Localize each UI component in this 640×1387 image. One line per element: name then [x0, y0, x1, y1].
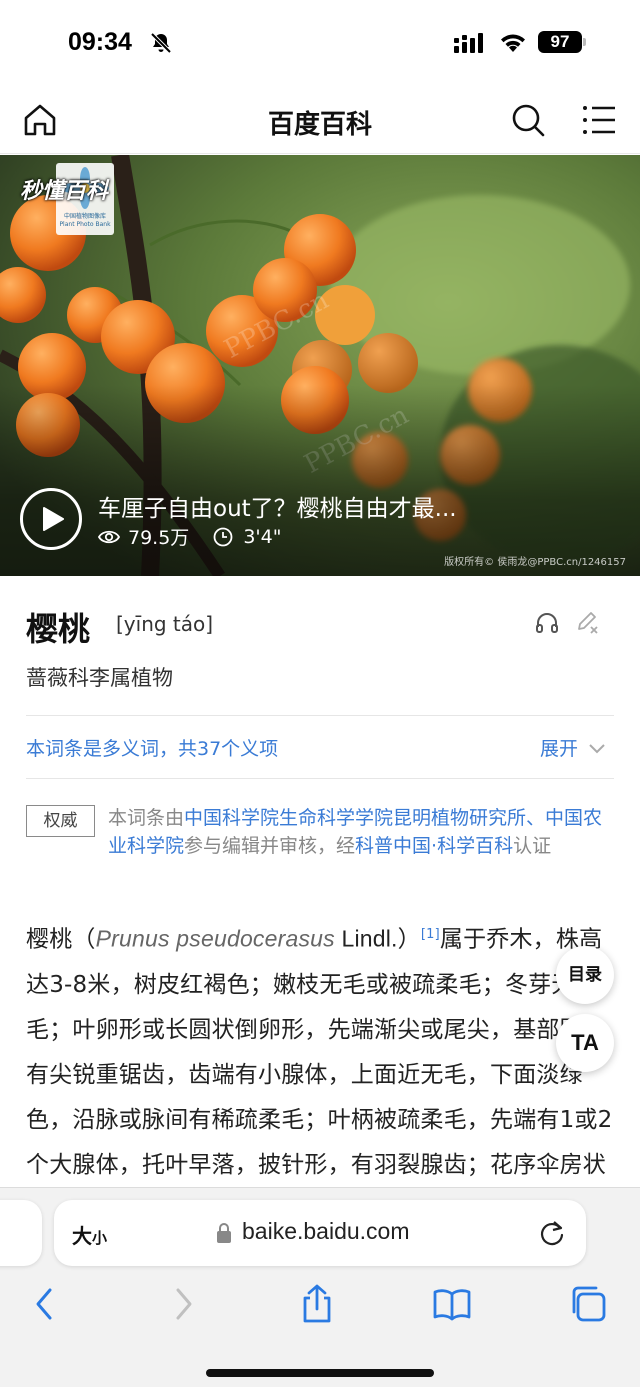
entry-title: 樱桃 — [26, 610, 91, 648]
toc-button[interactable]: 目录 — [556, 946, 614, 1004]
chevron-down-icon — [589, 743, 605, 753]
text-size-large: 大 — [72, 1224, 92, 1248]
expand-button[interactable]: 展开 — [540, 734, 606, 761]
share-icon[interactable] — [297, 1284, 337, 1324]
browser-toolbar: 大小 baike.baidu.com — [0, 1187, 640, 1387]
previous-tab-pill[interactable] — [0, 1200, 42, 1266]
authority-badge: 权威 — [26, 805, 95, 837]
expand-label: 展开 — [540, 738, 579, 760]
reload-icon[interactable] — [538, 1219, 566, 1247]
status-bar: 09:34 97 — [0, 0, 640, 88]
edit-icon[interactable] — [574, 609, 600, 635]
video-logo: 中国植物图像库 Plant Photo Bank 秒懂百科 — [16, 163, 132, 235]
authority-suffix: 认证 — [513, 835, 552, 857]
body-lead: 樱桃（ — [26, 926, 96, 953]
battery-icon: 97 — [538, 31, 582, 53]
org-link-kunming[interactable]: 中国科学院生命科学学院昆明植物研究所 — [184, 807, 526, 829]
tabs-icon[interactable] — [568, 1284, 608, 1324]
menu-icon[interactable] — [582, 104, 616, 136]
latin-name: Prunus pseudocerasus — [95, 925, 335, 952]
lock-icon — [217, 1223, 231, 1243]
search-icon[interactable] — [510, 102, 546, 138]
badge-text: 中国植物图像库 Plant Photo Bank — [59, 213, 111, 228]
play-button[interactable] — [20, 488, 82, 550]
cellular-signal-icon — [454, 33, 483, 53]
polysemy-link[interactable]: 本词条是多义词，共37个义项 — [26, 734, 278, 761]
back-icon[interactable] — [26, 1284, 66, 1324]
divider — [26, 778, 614, 779]
text-size-small: 小 — [92, 1229, 108, 1247]
text-size-button[interactable]: 大小 — [72, 1220, 107, 1249]
bookmarks-icon[interactable] — [432, 1284, 472, 1324]
battery-tip — [583, 38, 586, 46]
authority-text: 本词条由中国科学院生命科学学院昆明植物研究所、中国农业科学院参与编辑并审核，经科… — [108, 804, 618, 860]
video-meta: 79.5万 3'4" — [98, 523, 281, 550]
entry-subtitle: 蔷薇科李属植物 — [26, 666, 173, 690]
body-text: 属于乔木，株高达3-8米，树皮红褐色；嫩枝无毛或被疏柔毛；冬芽无毛；叶卵形或长圆… — [26, 926, 613, 1223]
view-count: 79.5万 — [128, 527, 190, 549]
home-indicator — [206, 1369, 434, 1377]
reference-link[interactable]: [1] — [421, 927, 440, 942]
headphone-icon[interactable] — [534, 610, 560, 636]
hero-video[interactable]: PPBC.cn PPBC.cn 中国植物图像库 Plant Photo Bank… — [0, 155, 640, 576]
entry-pinyin: [yīng táo] — [116, 612, 214, 636]
nav-bar: 百度百科 — [0, 88, 640, 154]
entry-body: 樱桃（Prunus pseudocerasus Lindl.）[1]属于乔木，株… — [26, 912, 618, 1233]
wifi-icon — [501, 34, 525, 52]
url-text[interactable]: baike.baidu.com — [242, 1218, 410, 1245]
divider — [26, 715, 614, 716]
ta-button[interactable]: TA — [556, 1014, 614, 1072]
address-bar[interactable]: 大小 baike.baidu.com — [54, 1200, 586, 1266]
status-time: 09:34 — [68, 28, 132, 56]
video-title[interactable]: 车厘子自由out了？樱桃自由才最... — [98, 489, 457, 523]
eye-icon — [98, 530, 120, 543]
latin-author: Lindl.） — [334, 925, 421, 952]
logo-text: 秒懂百科 — [20, 179, 109, 204]
org-link-kepu[interactable]: 科普中国·科学百科 — [355, 835, 513, 857]
authority-middle: 参与编辑并审核，经 — [184, 835, 356, 857]
photo-copyright: 版权所有© 侯雨龙@PPBC.cn/1246157 — [444, 557, 626, 568]
authority-sep: 、 — [526, 807, 546, 829]
play-icon — [43, 507, 64, 531]
bell-slash-icon — [150, 32, 172, 54]
forward-icon[interactable] — [164, 1284, 204, 1324]
hero-shade — [0, 385, 640, 576]
clock-icon — [213, 527, 233, 546]
authority-prefix: 本词条由 — [108, 807, 185, 829]
video-duration: 3'4" — [243, 525, 282, 548]
